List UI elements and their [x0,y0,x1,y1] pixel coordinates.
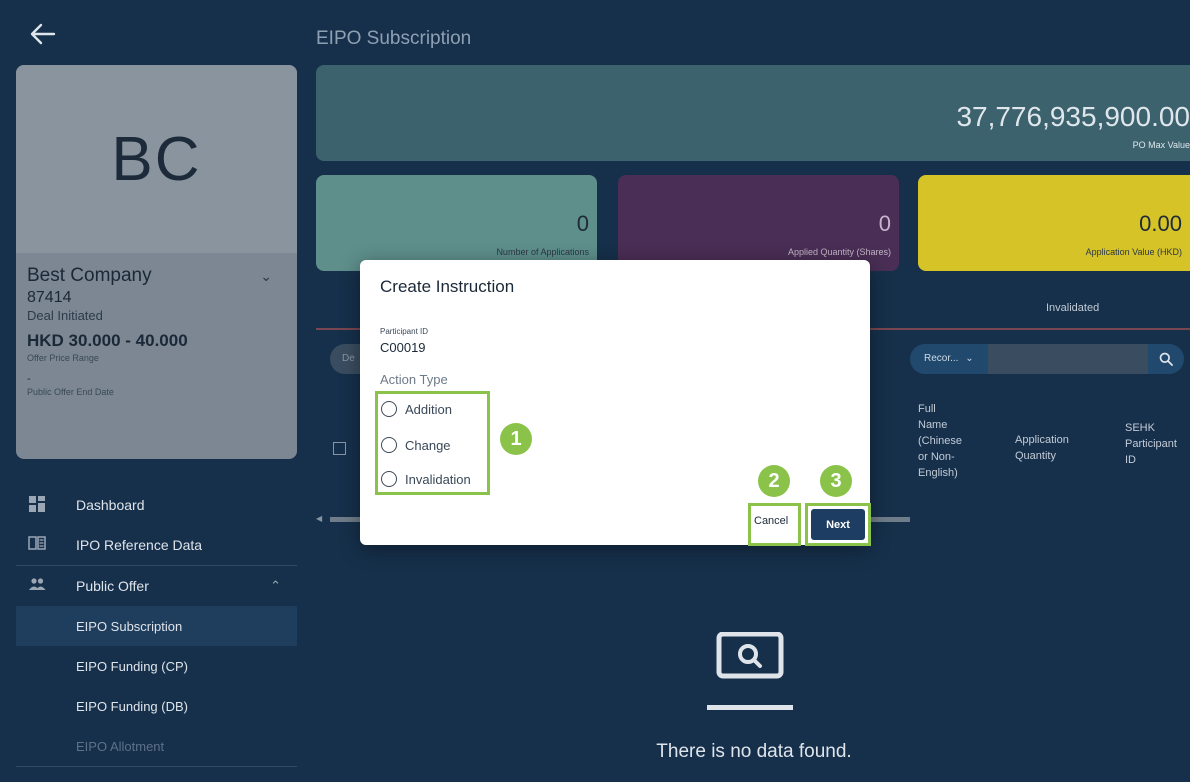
empty-state-message: There is no data found. [656,741,852,762]
applied-quantity-card: 0 Applied Quantity (Shares) [618,175,899,271]
search-icon [1159,352,1173,366]
search-button[interactable] [1148,344,1184,374]
company-avatar: BC [16,65,297,253]
public-offer-end-date: - [27,373,31,385]
column-header-full-name[interactable]: Full Name (Chinese or Non- English) [918,401,962,481]
public-offer-end-date-caption: Public Offer End Date [27,387,114,397]
company-code: 87414 [27,289,72,306]
radio-circle[interactable] [381,437,397,453]
sidebar-item-label: IPO Reference Data [76,537,203,553]
header-line: (Chinese [918,435,963,447]
header-line: English) [918,467,958,479]
action-type-label: Action Type [380,372,448,387]
header-line: Name [918,419,948,431]
header-line: Quantity [1015,450,1056,462]
next-button[interactable]: Next [811,509,865,540]
sidebar-item-public-offer[interactable]: Public Offer ⌃ [16,566,297,606]
step-badge-3: 3 [820,465,852,497]
number-of-applications-value: 0 [576,211,589,236]
back-arrow-icon[interactable] [28,18,68,58]
po-max-value-card: 37,776,935,900.00 PO Max Value [316,65,1190,161]
number-of-applications-card: 0 Number of Applications [316,175,597,271]
chevron-down-icon: ⌄ [965,353,974,364]
radio-circle[interactable] [381,401,397,417]
sidebar-subitem-eipo-funding-db[interactable]: EIPO Funding (DB) [16,686,297,726]
offer-price-range-caption: Offer Price Range [27,353,99,363]
next-highlight: Next [805,503,871,546]
header-line: ID [1125,454,1136,466]
radio-invalidation[interactable]: Invalidation [381,469,471,489]
laptop-search-icon [707,631,801,716]
sidebar-item-ipo-reference-data[interactable]: IPO Reference Data [16,525,297,565]
company-initials: BC [111,124,202,194]
application-value-card: 0.00 Application Value (HKD) [918,175,1190,271]
select-all-checkbox[interactable] [333,442,346,455]
company-card: BC Best Company ⌄ 87414 Deal Initiated H… [16,65,297,459]
chevron-down-icon[interactable]: ⌄ [260,268,272,285]
header-line: SEHK [1125,422,1155,434]
deal-status: Deal Initiated [27,308,103,323]
scroll-left-icon[interactable]: ◀ [316,514,322,523]
search-input[interactable] [988,344,1148,374]
header-line: Application [1015,434,1069,446]
radio-circle[interactable] [381,471,397,487]
radio-change[interactable]: Change [381,435,451,455]
column-header-sehk-participant-id[interactable]: SEHK Participant ID [1125,420,1177,468]
app-root: EIPO Subscription BC Best Company ⌄ 8741… [0,0,1190,782]
book-icon [28,536,46,554]
number-of-applications-caption: Number of Applications [496,247,589,257]
participant-id-label: Participant ID [380,327,429,336]
sidebar-item-dashboard[interactable]: Dashboard [16,485,297,525]
step-badge-1: 1 [500,423,532,455]
dialog-title: Create Instruction [380,277,515,296]
sidebar-subitem-eipo-funding-cp[interactable]: EIPO Funding (CP) [16,646,297,686]
offer-price-range: HKD 30.000 - 40.000 [27,331,188,350]
company-details: Best Company ⌄ 87414 Deal Initiated HKD … [16,253,297,459]
radio-addition[interactable]: Addition [381,399,452,419]
sidebar-item-label: Public Offer [76,578,149,594]
radio-label: Addition [405,401,452,417]
cancel-button[interactable]: Cancel [754,515,788,527]
company-selector[interactable]: Best Company ⌄ [27,265,272,287]
sidebar-item-label: Dashboard [76,497,145,513]
radio-label: Change [405,437,451,453]
step-badge-2: 2 [758,465,790,497]
sidebar-subitem-eipo-subscription[interactable]: EIPO Subscription [16,606,297,646]
applied-quantity-caption: Applied Quantity (Shares) [787,247,891,257]
create-instruction-dialog: Create Instruction Participant ID C00019… [360,260,871,546]
page-title: EIPO Subscription [316,28,472,49]
chevron-up-icon[interactable]: ⌃ [270,578,281,594]
header-line: Full [918,403,936,415]
applied-quantity-value: 0 [878,211,891,236]
company-name: Best Company [27,265,152,286]
record-type-dropdown[interactable]: Recor... ⌄ [910,344,988,374]
tab-invalidated[interactable]: Invalidated [1046,302,1099,314]
po-max-value: 37,776,935,900.00 [956,101,1190,132]
dashboard-icon [28,496,46,514]
record-type-dropdown-label: Recor... [924,353,959,364]
participant-id-value: C00019 [380,340,426,355]
action-type-radio-group: Addition Change Invalidation [375,391,490,495]
divider [16,766,297,767]
sidebar-subitem-eipo-allotment[interactable]: EIPO Allotment [16,726,297,766]
column-header-application-quantity[interactable]: Application Quantity [1015,432,1069,464]
sidebar-nav: Dashboard IPO Reference Data Public Offe… [16,485,297,767]
application-value-caption: Application Value (HKD) [1085,247,1182,257]
cancel-highlight: Cancel [748,503,801,546]
header-line: or Non- [918,451,955,463]
radio-label: Invalidation [405,471,471,487]
po-max-value-caption: PO Max Value [1132,140,1190,150]
header-line: Participant [1125,438,1177,450]
application-value-value: 0.00 [1139,211,1182,236]
people-icon [28,577,46,595]
